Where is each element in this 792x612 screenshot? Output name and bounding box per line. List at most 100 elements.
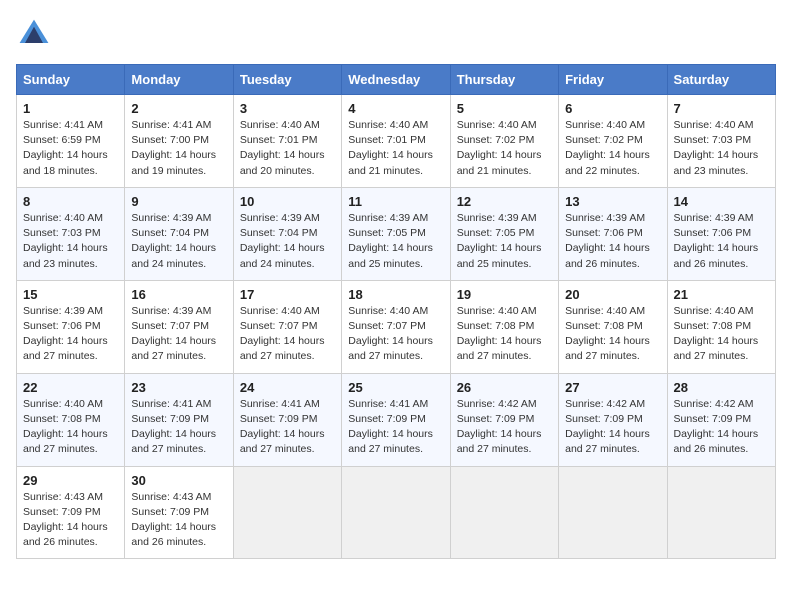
- day-cell-5: 5 Sunrise: 4:40 AMSunset: 7:02 PMDaylight…: [450, 95, 558, 188]
- day-info: Sunrise: 4:42 AMSunset: 7:09 PMDaylight:…: [457, 397, 552, 458]
- day-cell-26: 26 Sunrise: 4:42 AMSunset: 7:09 PMDayligh…: [450, 373, 558, 466]
- day-info: Sunrise: 4:40 AMSunset: 7:07 PMDaylight:…: [240, 304, 335, 365]
- day-number: 18: [348, 287, 443, 302]
- empty-cell: [450, 466, 558, 559]
- calendar-table: SundayMondayTuesdayWednesdayThursdayFrid…: [16, 64, 776, 559]
- day-info: Sunrise: 4:39 AMSunset: 7:04 PMDaylight:…: [240, 211, 335, 272]
- day-info: Sunrise: 4:40 AMSunset: 7:02 PMDaylight:…: [565, 118, 660, 179]
- day-cell-29: 29 Sunrise: 4:43 AMSunset: 7:09 PMDayligh…: [17, 466, 125, 559]
- day-number: 3: [240, 101, 335, 116]
- day-cell-15: 15 Sunrise: 4:39 AMSunset: 7:06 PMDayligh…: [17, 280, 125, 373]
- week-row-2: 8 Sunrise: 4:40 AMSunset: 7:03 PMDaylight…: [17, 187, 776, 280]
- day-info: Sunrise: 4:40 AMSunset: 7:08 PMDaylight:…: [565, 304, 660, 365]
- day-cell-9: 9 Sunrise: 4:39 AMSunset: 7:04 PMDaylight…: [125, 187, 233, 280]
- day-number: 11: [348, 194, 443, 209]
- day-number: 28: [674, 380, 769, 395]
- week-row-1: 1 Sunrise: 4:41 AMSunset: 6:59 PMDaylight…: [17, 95, 776, 188]
- day-info: Sunrise: 4:39 AMSunset: 7:06 PMDaylight:…: [565, 211, 660, 272]
- day-number: 24: [240, 380, 335, 395]
- day-cell-13: 13Sunrise: 4:39 AMSunset: 7:06 PMDayligh…: [559, 187, 667, 280]
- day-cell-30: 30 Sunrise: 4:43 AMSunset: 7:09 PMDayligh…: [125, 466, 233, 559]
- empty-cell: [667, 466, 775, 559]
- day-cell-3: 3 Sunrise: 4:40 AMSunset: 7:01 PMDaylight…: [233, 95, 341, 188]
- day-info: Sunrise: 4:43 AMSunset: 7:09 PMDaylight:…: [23, 490, 118, 551]
- day-info: Sunrise: 4:39 AMSunset: 7:05 PMDaylight:…: [348, 211, 443, 272]
- day-number: 2: [131, 101, 226, 116]
- day-header-thursday: Thursday: [450, 65, 558, 95]
- day-info: Sunrise: 4:41 AMSunset: 7:09 PMDaylight:…: [131, 397, 226, 458]
- week-row-4: 22 Sunrise: 4:40 AMSunset: 7:08 PMDayligh…: [17, 373, 776, 466]
- day-info: Sunrise: 4:41 AMSunset: 7:09 PMDaylight:…: [348, 397, 443, 458]
- day-cell-11: 11 Sunrise: 4:39 AMSunset: 7:05 PMDayligh…: [342, 187, 450, 280]
- day-info: Sunrise: 4:40 AMSunset: 7:08 PMDaylight:…: [457, 304, 552, 365]
- day-cell-4: 4Sunrise: 4:40 AMSunset: 7:01 PMDaylight…: [342, 95, 450, 188]
- day-cell-20: 20 Sunrise: 4:40 AMSunset: 7:08 PMDayligh…: [559, 280, 667, 373]
- day-number: 10: [240, 194, 335, 209]
- day-info: Sunrise: 4:41 AMSunset: 7:09 PMDaylight:…: [240, 397, 335, 458]
- week-row-3: 15 Sunrise: 4:39 AMSunset: 7:06 PMDayligh…: [17, 280, 776, 373]
- day-info: Sunrise: 4:39 AMSunset: 7:06 PMDaylight:…: [23, 304, 118, 365]
- day-info: Sunrise: 4:39 AMSunset: 7:04 PMDaylight:…: [131, 211, 226, 272]
- day-info: Sunrise: 4:40 AMSunset: 7:01 PMDaylight:…: [240, 118, 335, 179]
- day-info: Sunrise: 4:39 AMSunset: 7:07 PMDaylight:…: [131, 304, 226, 365]
- day-cell-16: 16 Sunrise: 4:39 AMSunset: 7:07 PMDayligh…: [125, 280, 233, 373]
- day-number: 19: [457, 287, 552, 302]
- day-number: 30: [131, 473, 226, 488]
- empty-cell: [233, 466, 341, 559]
- day-cell-10: 10 Sunrise: 4:39 AMSunset: 7:04 PMDayligh…: [233, 187, 341, 280]
- day-number: 9: [131, 194, 226, 209]
- day-number: 21: [674, 287, 769, 302]
- day-cell-25: 25 Sunrise: 4:41 AMSunset: 7:09 PMDayligh…: [342, 373, 450, 466]
- day-number: 27: [565, 380, 660, 395]
- page-header: [16, 16, 776, 52]
- day-cell-8: 8 Sunrise: 4:40 AMSunset: 7:03 PMDaylight…: [17, 187, 125, 280]
- day-number: 26: [457, 380, 552, 395]
- day-number: 15: [23, 287, 118, 302]
- day-number: 20: [565, 287, 660, 302]
- day-number: 25: [348, 380, 443, 395]
- day-info: Sunrise: 4:40 AMSunset: 7:08 PMDaylight:…: [23, 397, 118, 458]
- day-number: 22: [23, 380, 118, 395]
- day-cell-12: 12 Sunrise: 4:39 AMSunset: 7:05 PMDayligh…: [450, 187, 558, 280]
- day-info: Sunrise: 4:40 AMSunset: 7:03 PMDaylight:…: [23, 211, 118, 272]
- day-cell-7: 7Sunrise: 4:40 AMSunset: 7:03 PMDaylight…: [667, 95, 775, 188]
- day-header-wednesday: Wednesday: [342, 65, 450, 95]
- day-cell-17: 17Sunrise: 4:40 AMSunset: 7:07 PMDayligh…: [233, 280, 341, 373]
- day-header-saturday: Saturday: [667, 65, 775, 95]
- day-number: 6: [565, 101, 660, 116]
- day-cell-28: 28 Sunrise: 4:42 AMSunset: 7:09 PMDayligh…: [667, 373, 775, 466]
- day-info: Sunrise: 4:42 AMSunset: 7:09 PMDaylight:…: [565, 397, 660, 458]
- day-number: 29: [23, 473, 118, 488]
- day-cell-14: 14 Sunrise: 4:39 AMSunset: 7:06 PMDayligh…: [667, 187, 775, 280]
- logo-icon: [16, 16, 52, 52]
- day-number: 8: [23, 194, 118, 209]
- day-cell-27: 27 Sunrise: 4:42 AMSunset: 7:09 PMDayligh…: [559, 373, 667, 466]
- day-info: Sunrise: 4:41 AMSunset: 7:00 PMDaylight:…: [131, 118, 226, 179]
- day-info: Sunrise: 4:39 AMSunset: 7:05 PMDaylight:…: [457, 211, 552, 272]
- calendar-header-row: SundayMondayTuesdayWednesdayThursdayFrid…: [17, 65, 776, 95]
- day-cell-23: 23 Sunrise: 4:41 AMSunset: 7:09 PMDayligh…: [125, 373, 233, 466]
- day-info: Sunrise: 4:42 AMSunset: 7:09 PMDaylight:…: [674, 397, 769, 458]
- day-cell-24: 24 Sunrise: 4:41 AMSunset: 7:09 PMDayligh…: [233, 373, 341, 466]
- day-number: 23: [131, 380, 226, 395]
- day-info: Sunrise: 4:41 AMSunset: 6:59 PMDaylight:…: [23, 118, 118, 179]
- day-info: Sunrise: 4:39 AMSunset: 7:06 PMDaylight:…: [674, 211, 769, 272]
- day-header-friday: Friday: [559, 65, 667, 95]
- empty-cell: [559, 466, 667, 559]
- day-cell-19: 19 Sunrise: 4:40 AMSunset: 7:08 PMDayligh…: [450, 280, 558, 373]
- day-cell-21: 21Sunrise: 4:40 AMSunset: 7:08 PMDayligh…: [667, 280, 775, 373]
- day-number: 1: [23, 101, 118, 116]
- day-info: Sunrise: 4:40 AMSunset: 7:02 PMDaylight:…: [457, 118, 552, 179]
- logo: [16, 16, 58, 52]
- day-info: Sunrise: 4:40 AMSunset: 7:07 PMDaylight:…: [348, 304, 443, 365]
- day-number: 12: [457, 194, 552, 209]
- day-info: Sunrise: 4:43 AMSunset: 7:09 PMDaylight:…: [131, 490, 226, 551]
- day-cell-18: 18 Sunrise: 4:40 AMSunset: 7:07 PMDayligh…: [342, 280, 450, 373]
- day-cell-1: 1 Sunrise: 4:41 AMSunset: 6:59 PMDaylight…: [17, 95, 125, 188]
- day-number: 16: [131, 287, 226, 302]
- day-number: 5: [457, 101, 552, 116]
- day-number: 7: [674, 101, 769, 116]
- day-number: 14: [674, 194, 769, 209]
- day-cell-6: 6 Sunrise: 4:40 AMSunset: 7:02 PMDaylight…: [559, 95, 667, 188]
- day-cell-22: 22 Sunrise: 4:40 AMSunset: 7:08 PMDayligh…: [17, 373, 125, 466]
